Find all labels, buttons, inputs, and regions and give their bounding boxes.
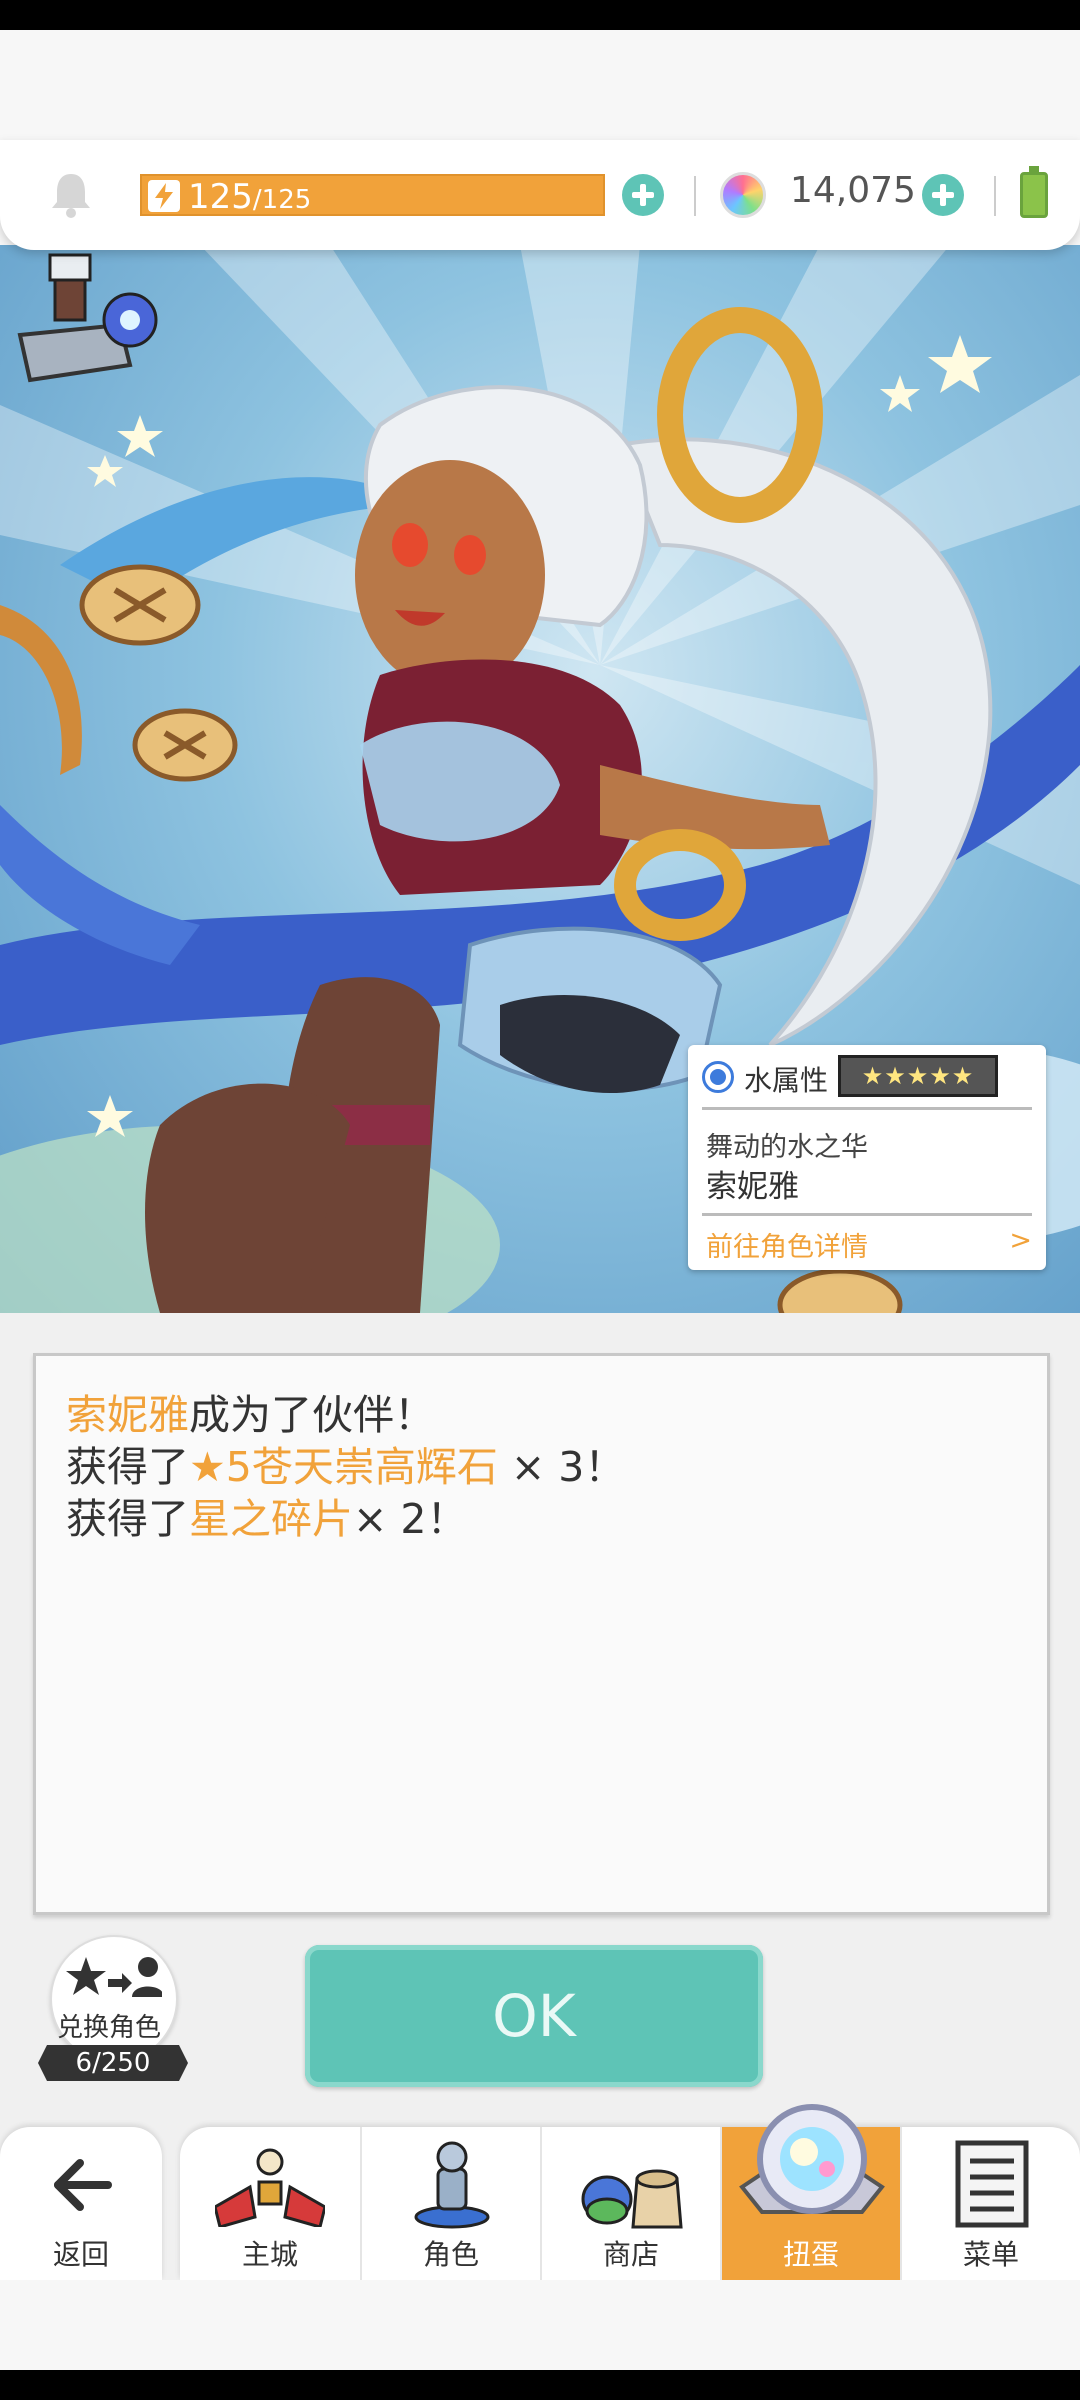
message-line-3: 获得了星之碎片× 2！ [66,1485,467,1545]
tab-label: 角色 [422,2238,479,2271]
divider [994,176,996,216]
message-text: 获得了 [66,1443,189,1491]
message-text: 成为了伙伴！ [189,1391,435,1439]
footer-strip [0,2280,1080,2370]
water-attribute-icon [702,1061,734,1093]
gacha-icon [739,2104,885,2214]
character-name-highlight: 索妮雅 [66,1391,189,1439]
message-line-1: 索妮雅成为了伙伴！ [66,1381,435,1441]
stamina-gauge: 125/125 [140,174,605,216]
tab-label: 商店 [602,2238,659,2271]
character-info-card[interactable]: 水属性 ★★★★★ 舞动的水之华 索妮雅 前往角色详情 > [688,1045,1046,1270]
exchange-label: 兑换角色 [57,2013,162,2043]
add-stamina-button[interactable] [622,174,664,216]
item-name-highlight: 星之碎片 [189,1495,353,1543]
card-divider [702,1213,1032,1216]
message-text: 获得了 [66,1495,189,1543]
app-screen: 水属性 ★★★★★ 舞动的水之华 索妮雅 前往角色详情 > 125/125 14… [0,0,1080,2400]
shop-icon [581,2169,683,2229]
main-tabs: 主城 角色 商店 扭蛋 菜单 [180,2104,1080,2280]
tab-shop[interactable]: 商店 [540,2127,720,2280]
tab-gacha[interactable]: 扭蛋 [720,2104,900,2280]
character-title: 舞动的水之华 [706,1132,868,1163]
divider [694,176,696,216]
character-icon [414,2141,490,2229]
character-name: 索妮雅 [706,1169,799,1205]
status-strip [0,0,1080,30]
tab-label: 扭蛋 [782,2238,839,2271]
chevron-right-icon[interactable]: > [1009,1225,1032,1256]
tab-characters[interactable]: 角色 [360,2127,540,2280]
attribute-label: 水属性 [744,1064,829,1097]
castle-icon [215,2148,325,2227]
stamina-current: 125 [188,177,253,217]
exchange-icon [66,1957,162,1997]
lightning-icon [148,180,180,212]
arrow-left-icon [54,2159,112,2211]
exchange-character-button[interactable]: 兑换角色 6/250 [38,1935,192,2085]
stamina-max: /125 [252,185,312,215]
bell-icon[interactable] [50,170,92,218]
character-detail-link[interactable]: 前往角色详情 [706,1225,868,1264]
rarity-stars-badge: ★★★★★ [838,1055,998,1097]
back-button[interactable]: 返回 [0,2127,162,2280]
tab-menu[interactable]: 菜单 [900,2127,1080,2280]
bottom-strip [0,2370,1080,2400]
character-sprite-icon [17,253,158,383]
tab-label: 菜单 [962,2238,1019,2271]
gem-icon [720,172,766,218]
menu-icon [955,2140,1029,2228]
tab-castle[interactable]: 主城 [180,2127,360,2280]
add-gems-button[interactable] [922,174,964,216]
tab-label: 主城 [241,2238,298,2271]
message-line-2: 获得了★5苍天崇高辉石 × 3！ [66,1433,625,1493]
result-message-box: 索妮雅成为了伙伴！ 获得了★5苍天崇高辉石 × 3！ 获得了星之碎片× 2！ [33,1353,1050,1915]
bottom-navigation: 返回 主城 角色 商店 扭蛋 菜单 [0,2104,1080,2280]
gem-count: 14,075 [790,170,916,211]
back-label: 返回 [52,2238,109,2271]
message-text: × 3！ [497,1443,626,1491]
message-text: × 2！ [353,1495,468,1543]
battery-icon [1020,166,1048,218]
item-name-highlight: ★5苍天崇高辉石 [189,1443,498,1491]
card-divider [702,1107,1032,1110]
resource-bar: 125/125 14,075 [0,140,1080,250]
ok-button[interactable]: OK [305,1945,763,2087]
exchange-count: 6/250 [38,2045,188,2081]
